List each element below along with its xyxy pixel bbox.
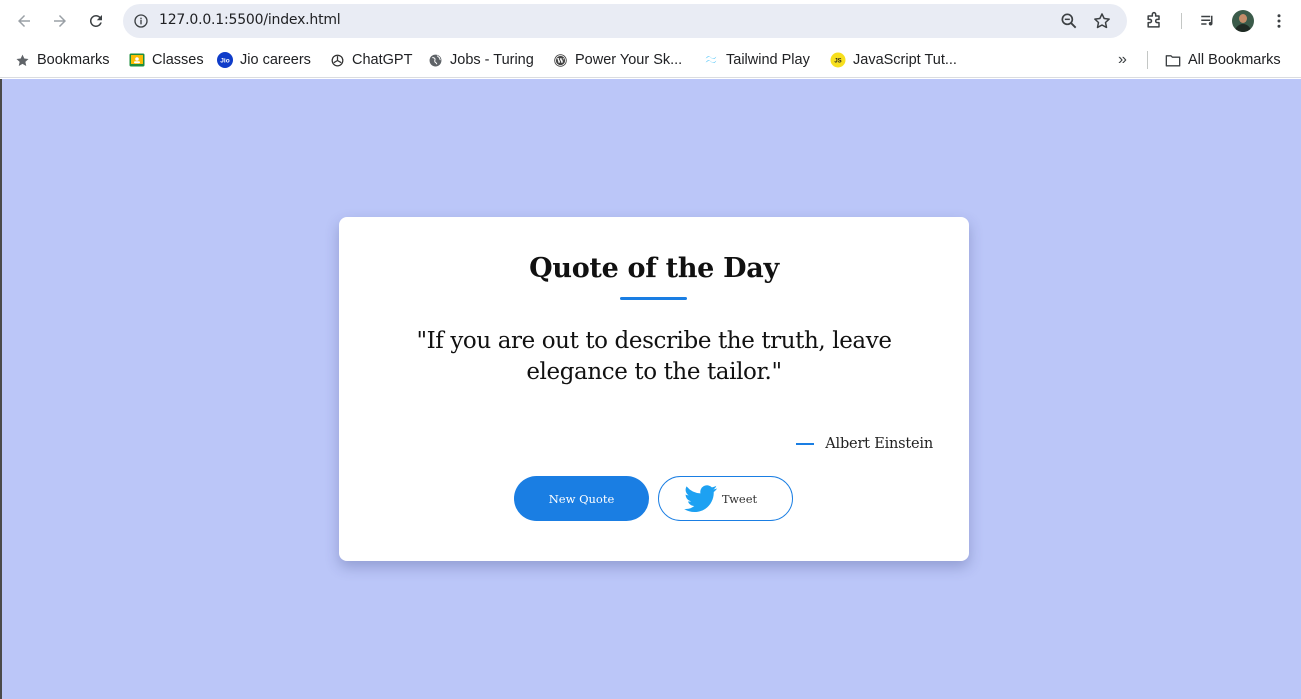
chevron-double-right-icon: » [1118, 51, 1127, 68]
bookmark-javascript-tutorial[interactable]: JS JavaScript Tut... [830, 49, 957, 71]
quote-text: "If you are out to describe the truth, l… [416, 328, 892, 385]
extensions-icon[interactable] [1143, 10, 1165, 32]
all-bookmarks-button[interactable]: All Bookmarks [1165, 49, 1281, 71]
bookmark-label: Tailwind Play [726, 52, 810, 68]
bookmarks-overflow-button[interactable]: » [1118, 49, 1127, 71]
bookmarks-divider [1147, 51, 1148, 69]
page-title: Quote of the Day [529, 253, 779, 284]
address-bar[interactable]: 127.0.0.1:5500/index.html [123, 4, 1127, 38]
bookmark-label: ChatGPT [352, 52, 413, 68]
twitter-bird-icon [684, 484, 718, 512]
bookmark-jobs-turing[interactable]: Jobs - Turing [427, 49, 534, 71]
title-underline [620, 297, 687, 300]
bookmark-label: Bookmarks [37, 52, 110, 68]
bookmark-tailwind-play[interactable]: Tailwind Play [703, 49, 810, 71]
star-icon [14, 52, 30, 68]
tweet-button[interactable]: Tweet [658, 476, 793, 521]
media-control-icon[interactable] [1197, 10, 1219, 32]
bookmark-label: JavaScript Tut... [853, 52, 957, 68]
tweet-label: Tweet [721, 491, 758, 506]
page-viewport: Quote of the Day "If you are out to desc… [0, 79, 1301, 699]
new-quote-button[interactable]: New Quote [514, 476, 649, 521]
bookmark-star-icon[interactable] [1092, 11, 1112, 31]
reload-icon [89, 14, 102, 27]
bookmark-chatgpt[interactable]: ChatGPT [329, 49, 412, 71]
svg-text:Jio: Jio [220, 58, 229, 65]
menu-kebab-icon[interactable] [1268, 10, 1290, 32]
bookmark-label: Jobs - Turing [450, 52, 534, 68]
globe-icon [427, 52, 443, 68]
classroom-icon [129, 52, 145, 68]
bookmark-jio-careers[interactable]: Jio Jio careers [217, 49, 311, 71]
browser-window: 127.0.0.1:5500/index.html Bookmarks Clas… [0, 0, 1301, 699]
folder-icon [1165, 52, 1181, 68]
bookmark-classes[interactable]: Classes [129, 49, 204, 71]
bookmark-label: Classes [152, 52, 204, 68]
js-icon: JS [830, 52, 846, 68]
jio-icon: Jio [217, 52, 233, 68]
profile-avatar[interactable] [1232, 10, 1254, 32]
browser-toolbar: 127.0.0.1:5500/index.html [0, 0, 1301, 42]
tailwind-icon [703, 52, 719, 68]
bookmark-label: Power Your Sk... [575, 52, 683, 68]
new-quote-label: New Quote [548, 491, 615, 506]
forward-button[interactable] [48, 9, 72, 33]
back-button[interactable] [12, 9, 36, 33]
bookmarks-bar: Bookmarks Classes Jio Jio careers ChatGP… [0, 42, 1301, 78]
zoom-icon[interactable] [1059, 11, 1079, 31]
arrow-right-icon [54, 15, 66, 27]
site-info-icon[interactable] [131, 11, 151, 31]
reload-button[interactable] [84, 9, 108, 33]
all-bookmarks-label: All Bookmarks [1188, 52, 1281, 68]
quote-card: Quote of the Day "If you are out to desc… [339, 217, 969, 561]
wordpress-icon: W [552, 52, 568, 68]
svg-text:W: W [555, 58, 564, 65]
bookmark-power-your-skills[interactable]: W Power Your Sk... [552, 49, 682, 71]
quote-author: Albert Einstein [796, 436, 933, 452]
svg-text:JS: JS [834, 59, 841, 65]
author-dash [796, 443, 815, 445]
bookmark-label: Jio careers [240, 52, 311, 68]
arrow-left-icon [18, 15, 30, 27]
author-name: Albert Einstein [825, 436, 933, 452]
url-text[interactable]: 127.0.0.1:5500/index.html [159, 12, 341, 28]
toolbar-divider [1181, 13, 1182, 29]
bookmark-bookmarks[interactable]: Bookmarks [14, 49, 110, 71]
openai-icon [329, 52, 345, 68]
